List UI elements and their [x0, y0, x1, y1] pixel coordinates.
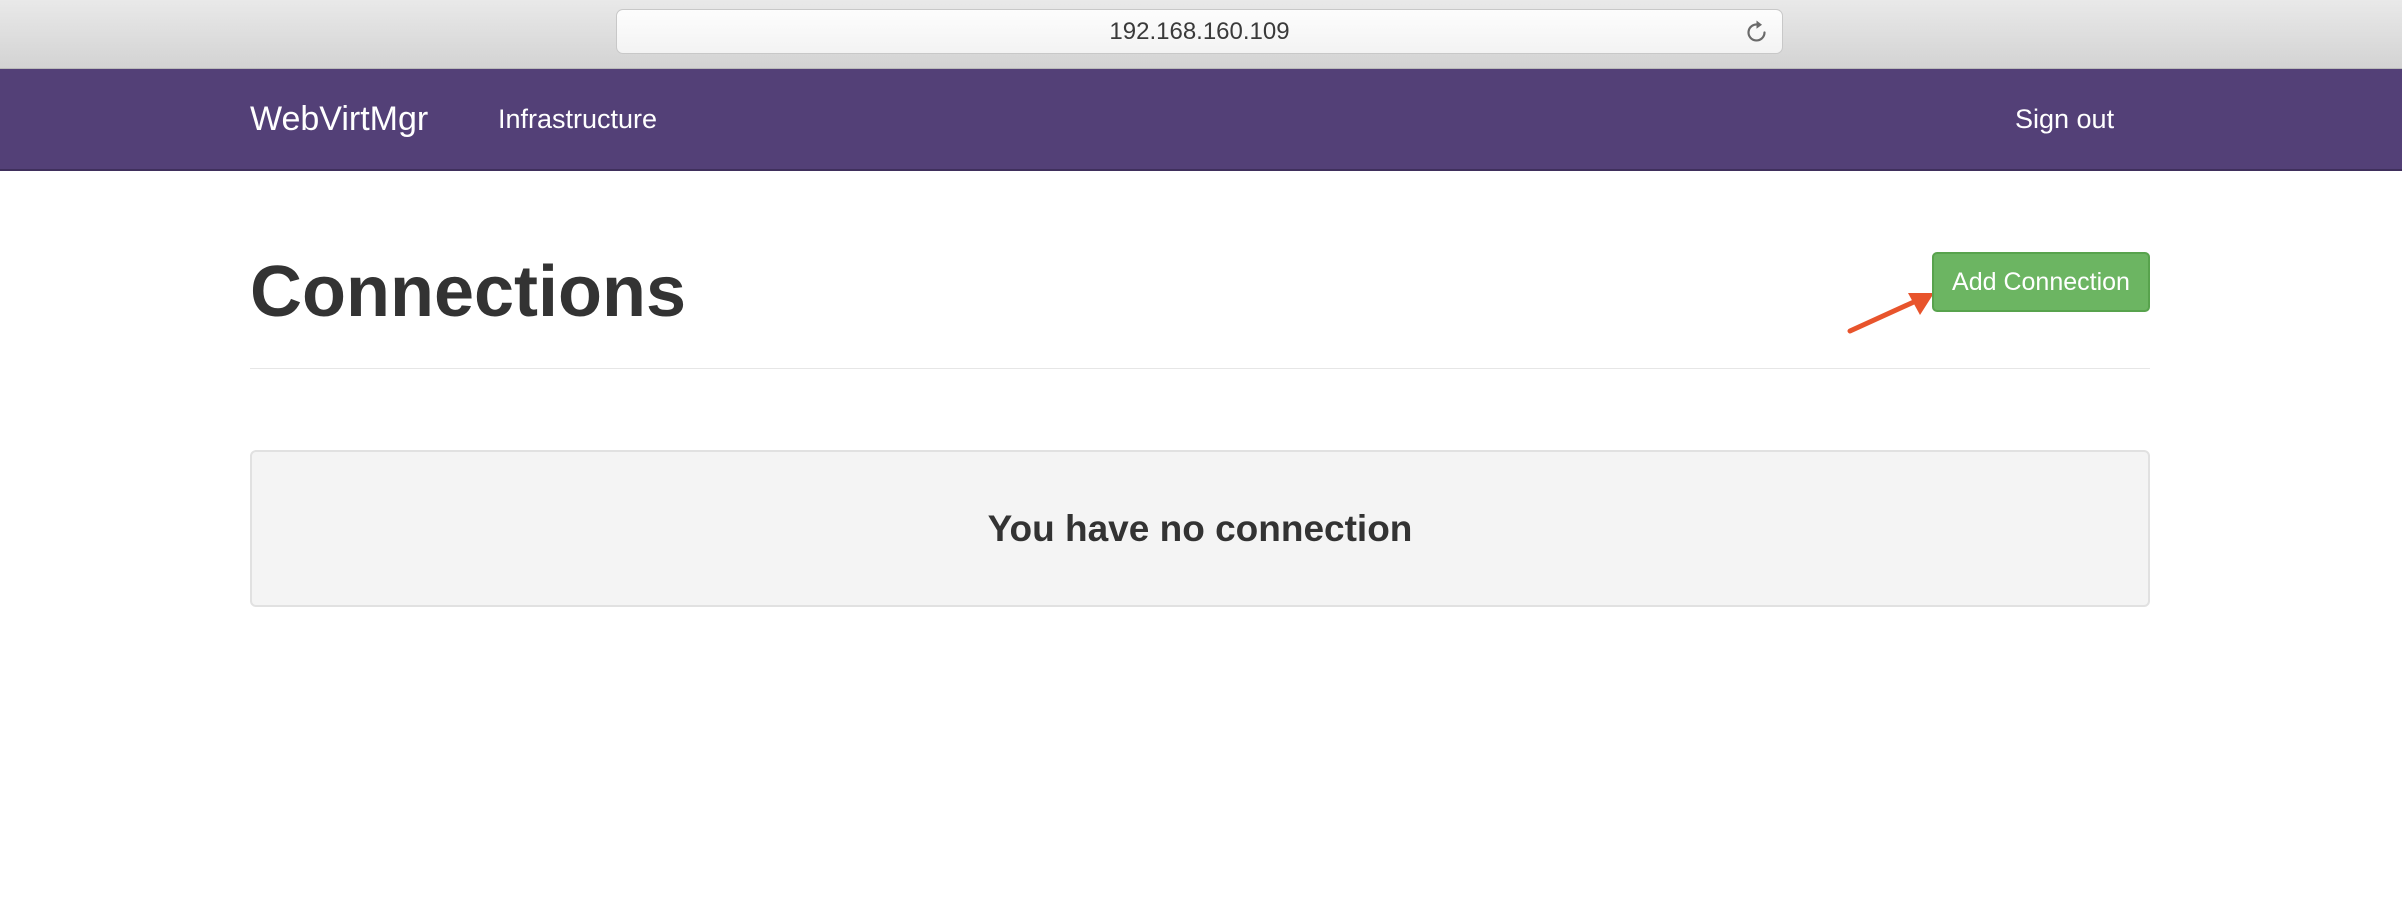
empty-state-panel: You have no connection — [250, 450, 2150, 607]
annotation-arrow-icon — [1847, 293, 1934, 334]
browser-toolbar: 192.168.160.109 — [0, 0, 2402, 69]
top-navbar: WebVirtMgr Infrastructure Sign out — [0, 69, 2402, 171]
brand-logo-link[interactable]: WebVirtMgr — [250, 69, 428, 169]
page-title: Connections — [250, 252, 687, 332]
nav-link-infrastructure[interactable]: Infrastructure — [498, 69, 657, 169]
reload-icon[interactable] — [1744, 19, 1770, 45]
add-connection-button[interactable]: Add Connection — [1932, 252, 2150, 312]
address-text[interactable]: 192.168.160.109 — [617, 10, 1782, 53]
address-bar[interactable]: 192.168.160.109 — [616, 9, 1783, 54]
sign-out-link[interactable]: Sign out — [2015, 69, 2114, 169]
header-divider — [250, 368, 2150, 369]
empty-state-message: You have no connection — [987, 508, 1413, 549]
